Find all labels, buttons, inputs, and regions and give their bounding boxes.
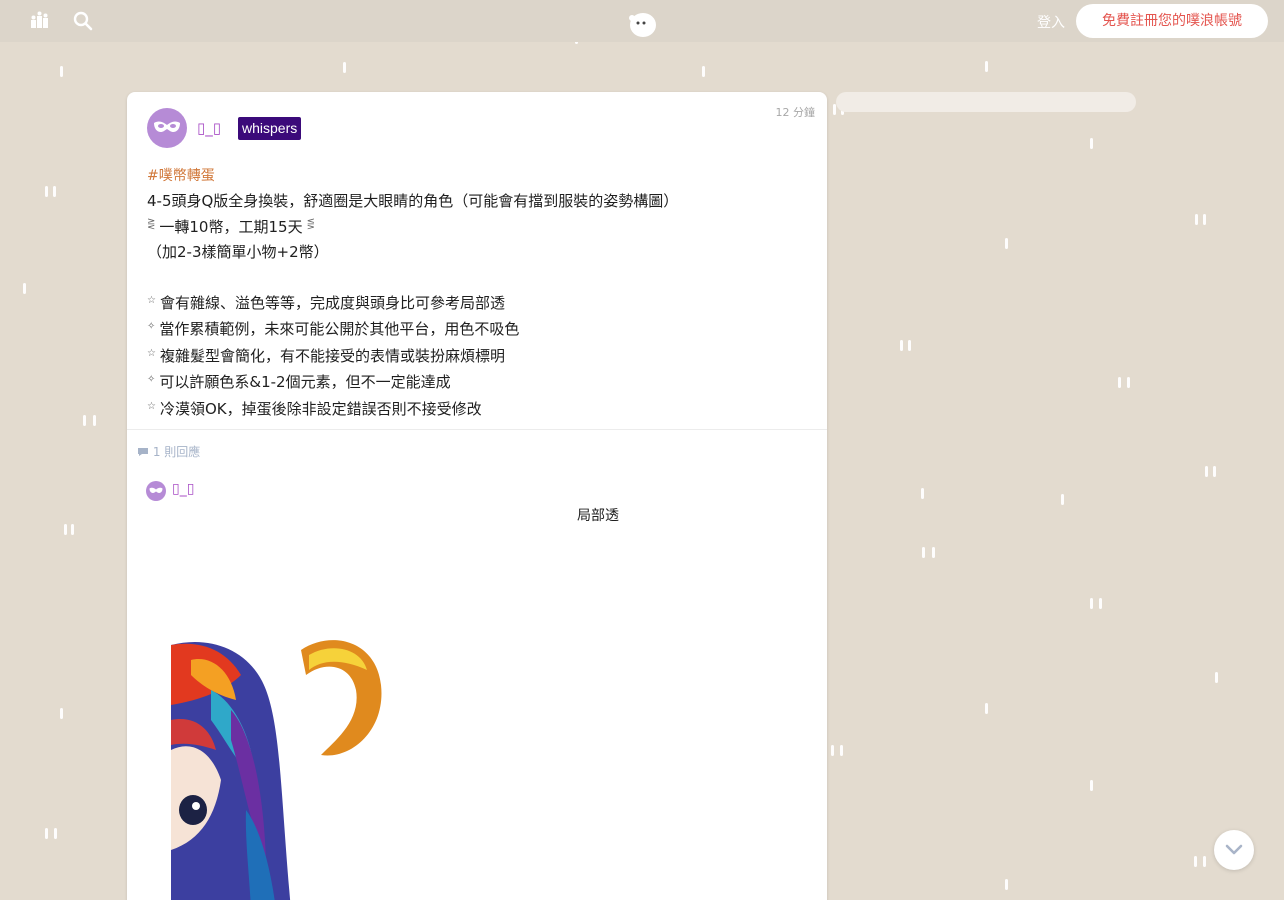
plurk-card: ▯_▯ whispers 12 分鐘 #噗幣轉蛋 4-5頭身Q版全身換裝，舒適圈… <box>127 92 827 900</box>
star-icon: ☆ <box>147 400 156 412</box>
sidebar-placeholder <box>836 92 1136 112</box>
post-line-with-sparkle: ⋛ 一轉10幣，工期15天 ⋚ <box>147 218 315 236</box>
artwork-image[interactable] <box>171 630 391 900</box>
divider <box>127 429 827 430</box>
star-icon: ☆ <box>147 294 156 306</box>
post-line: 4-5頭身Q版全身換裝，舒適圈是大眼睛的角色（可能會有擋到服裝的姿勢構圖） <box>147 191 679 210</box>
sparkle-icon: ⋛ <box>147 219 156 230</box>
post-username[interactable]: ▯_▯ <box>197 119 221 137</box>
post-line-with-star: ☆ 冷漠領OK，掉蛋後除非設定錯誤否則不接受修改 <box>147 399 482 418</box>
response-count[interactable]: 1 則回應 <box>137 443 200 460</box>
comment-icon <box>138 448 148 456</box>
mask-icon <box>154 121 180 133</box>
avatar[interactable] <box>147 108 187 148</box>
post-content: #噗幣轉蛋 4-5頭身Q版全身換裝，舒適圈是大眼睛的角色（可能會有擋到服裝的姿勢… <box>147 164 807 421</box>
scroll-down-button[interactable] <box>1214 830 1254 870</box>
plurk-logo-icon[interactable] <box>626 10 658 40</box>
search-icon[interactable] <box>73 11 95 33</box>
sparkle-icon: ⋚ <box>306 219 315 230</box>
reply-avatar[interactable] <box>146 481 166 501</box>
star-icon: ✧ <box>147 374 156 385</box>
post-line-with-star: ✧ 當作累積範例，未來可能公開於其他平台，用色不吸色 <box>147 320 520 338</box>
post-line-with-star: ✧ 可以許願色系&1-2個元素，但不一定能達成 <box>147 373 451 391</box>
reply-text: 局部透 <box>577 508 619 524</box>
reply-username[interactable]: ▯_▯ <box>172 481 194 497</box>
star-icon: ✧ <box>147 321 156 332</box>
post-line: （加2-3樣簡單小物+2幣） <box>147 242 329 261</box>
hashtag-link[interactable]: #噗幣轉蛋 <box>147 164 807 189</box>
signup-button[interactable]: 免費註冊您的噗浪帳號 <box>1076 4 1268 38</box>
mask-icon <box>149 487 163 494</box>
chevron-down-icon <box>1225 844 1243 855</box>
whispers-badge: whispers <box>238 117 302 140</box>
post-line-with-star: ☆ 會有雜線、溢色等等，完成度與頭身比可參考局部透 <box>147 293 505 312</box>
post-time[interactable]: 12 分鐘 <box>776 104 816 120</box>
top-bar: 登入 免費註冊您的噗浪帳號 <box>0 0 1284 42</box>
timeline-icon[interactable] <box>30 11 52 33</box>
post-line-with-star: ☆ 複雜髮型會簡化，有不能接受的表情或裝扮麻煩標明 <box>147 346 505 365</box>
login-link[interactable]: 登入 <box>1037 12 1065 32</box>
star-icon: ☆ <box>147 347 156 359</box>
